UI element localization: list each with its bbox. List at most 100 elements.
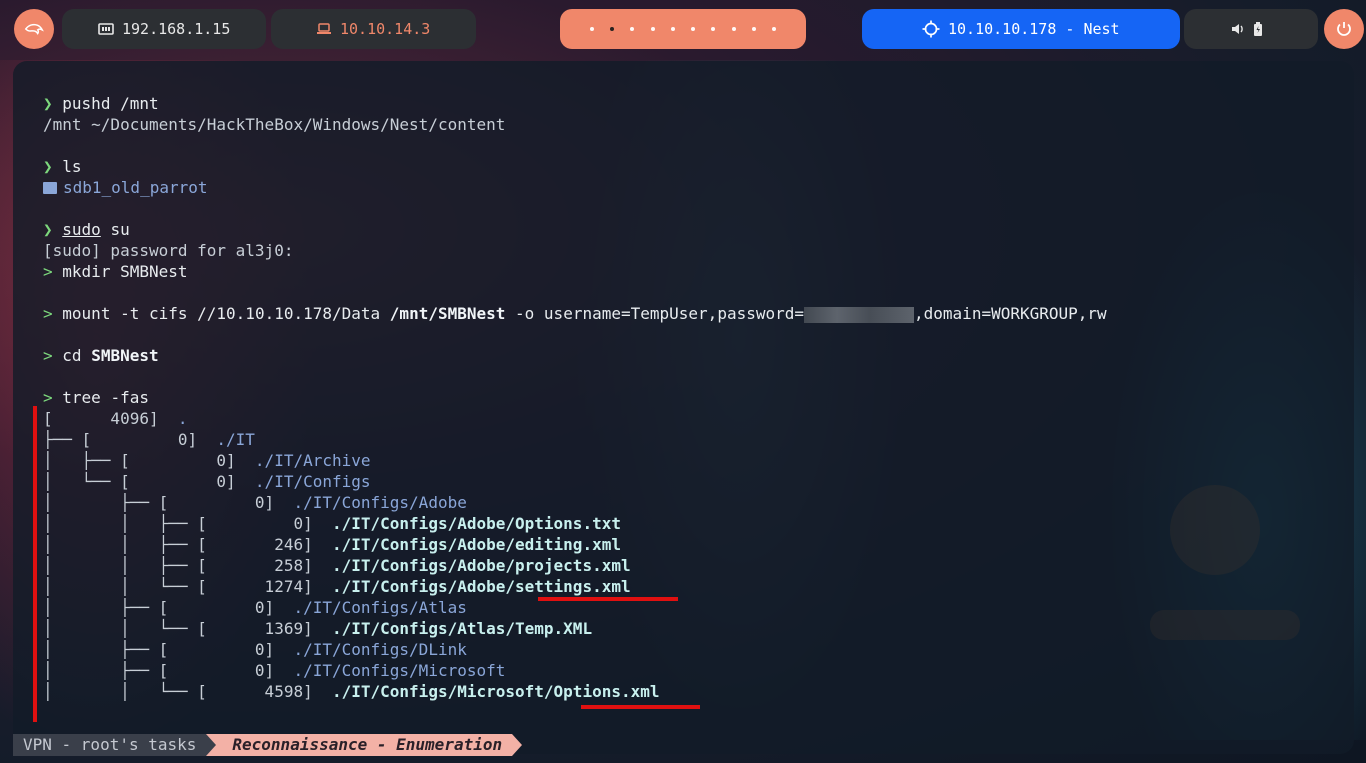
tree-prefix: │ ├── [ 0] <box>43 598 294 617</box>
highlight-underline-options <box>581 705 700 709</box>
output-ls-entry: sdb1_old_parrot <box>63 178 208 197</box>
tree-prefix: │ ├── [ 0] <box>43 451 255 470</box>
root-prompt-symbol: > <box>43 388 53 407</box>
terminal-line: /mnt ~/Documents/HackTheBox/Windows/Nest… <box>43 114 1344 135</box>
local-ip-widget[interactable]: 192.168.1.15 <box>62 9 266 49</box>
terminal-line: > cd SMBNest <box>43 345 1344 366</box>
session-label[interactable]: VPN - root's tasks <box>13 734 207 756</box>
tree-prefix: │ │ └── [ 1369] <box>43 619 332 638</box>
workspace-dot[interactable] <box>711 27 716 31</box>
top-bar: 192.168.1.15 10.10.14.3 10.10.10.178 - N… <box>0 0 1366 58</box>
command-mount-tail: ,domain=WORKGROUP,rw <box>914 304 1107 323</box>
tree-row: │ │ └── [ 1274] ./IT/Configs/Adobe/setti… <box>43 576 1344 597</box>
tree-row: │ ├── [ 0] ./IT/Configs/Adobe <box>43 492 1344 513</box>
tree-row: │ │ ├── [ 0] ./IT/Configs/Adobe/Options.… <box>43 513 1344 534</box>
power-button[interactable] <box>1324 9 1364 49</box>
workspaces-widget[interactable] <box>560 9 806 49</box>
workspace-dot[interactable] <box>691 27 696 31</box>
workspace-dot[interactable] <box>771 27 776 31</box>
tree-dir: ./IT/Configs/DLink <box>293 640 467 659</box>
tree-file: ./IT/Configs/Atlas/Temp.XML <box>331 619 593 638</box>
folder-icon <box>43 182 57 194</box>
tree-row: │ │ ├── [ 258] ./IT/Configs/Adobe/projec… <box>43 555 1344 576</box>
command-cd: cd SMBNest <box>62 346 159 365</box>
tree-row: │ │ ├── [ 246] ./IT/Configs/Adobe/editin… <box>43 534 1344 555</box>
prompt-symbol: ❯ <box>43 94 53 113</box>
tree-file: ./IT/Configs/Microsoft/Options.xml <box>331 682 660 701</box>
terminal-window[interactable]: ❯ pushd /mnt /mnt ~/Documents/HackTheBox… <box>13 61 1354 754</box>
terminal-blank <box>43 198 1344 219</box>
root-prompt-symbol: > <box>43 304 53 323</box>
terminal-line: > tree -fas <box>43 387 1344 408</box>
tmux-status-line: VPN - root's tasks Reconnaissance - Enum… <box>13 734 523 756</box>
vpn-ip-text: 10.10.14.3 <box>340 20 431 38</box>
tree-row: │ │ └── [ 4598] ./IT/Configs/Microsoft/O… <box>43 681 1344 702</box>
target-text: 10.10.10.178 - Nest <box>948 20 1120 38</box>
tree-row: │ ├── [ 0] ./IT/Configs/DLink <box>43 639 1344 660</box>
tree-row: │ ├── [ 0] ./IT/Configs/Atlas <box>43 597 1344 618</box>
tree-output: [ 4096] . ├── [ 0] ./IT │ ├── [ 0] ./IT/Ar… <box>43 408 1344 702</box>
command-su: su <box>100 220 130 239</box>
tree-row: [ 4096] . <box>43 408 1344 429</box>
battery-icon[interactable] <box>1253 22 1263 36</box>
tree-file: ./IT/Configs/Adobe/projects.xml <box>331 556 631 575</box>
tree-dir: . <box>177 409 188 428</box>
tree-prefix: [ 4096] <box>43 409 178 428</box>
window-label[interactable]: Reconnaissance - Enumeration <box>216 734 513 756</box>
tree-prefix: │ │ ├── [ 0] <box>43 514 332 533</box>
tree-dir: ./IT/Configs/Adobe <box>293 493 467 512</box>
volume-icon[interactable] <box>1231 23 1245 35</box>
workspace-dot[interactable] <box>751 27 756 31</box>
status-separator <box>512 734 523 756</box>
prompt-symbol: ❯ <box>43 220 53 239</box>
tree-prefix: │ ├── [ 0] <box>43 661 294 680</box>
terminal-line: > mount -t cifs //10.10.10.178/Data /mnt… <box>43 303 1344 324</box>
laptop-icon <box>316 22 332 36</box>
tree-file: ./IT/Configs/Adobe/Options.txt <box>331 514 621 533</box>
tree-prefix: │ │ └── [ 4598] <box>43 682 332 701</box>
workspace-dot[interactable] <box>650 27 655 31</box>
cd-target: SMBNest <box>91 346 159 365</box>
target-widget[interactable]: 10.10.10.178 - Nest <box>862 9 1180 49</box>
output-sudo-prompt: [sudo] password for al3j0: <box>43 241 294 260</box>
command-tree: tree -fas <box>62 388 149 407</box>
highlight-bar <box>33 406 37 722</box>
terminal-output: ❯ pushd /mnt /mnt ~/Documents/HackTheBox… <box>43 93 1344 702</box>
command-pushd: pushd /mnt <box>62 94 159 113</box>
tree-dir: ./IT/Archive <box>254 451 371 470</box>
status-separator <box>206 734 217 756</box>
tree-prefix: │ ├── [ 0] <box>43 493 294 512</box>
tree-row: ├── [ 0] ./IT <box>43 429 1344 450</box>
system-tray[interactable] <box>1184 9 1318 49</box>
tree-prefix: │ │ ├── [ 246] <box>43 535 332 554</box>
kali-dragon-icon <box>24 23 44 35</box>
highlight-underline-settings <box>538 597 678 601</box>
tree-row: │ ├── [ 0] ./IT/Configs/Microsoft <box>43 660 1344 681</box>
tree-prefix: ├── [ 0] <box>43 430 217 449</box>
tree-dir: ./IT/Configs <box>254 472 371 491</box>
workspace-dot[interactable] <box>590 27 594 31</box>
output-dirstack: /mnt ~/Documents/HackTheBox/Windows/Nest… <box>43 115 506 134</box>
terminal-blank <box>43 324 1344 345</box>
terminal-line: [sudo] password for al3j0: <box>43 240 1344 261</box>
target-crosshair-icon <box>922 20 940 38</box>
terminal-line: ❯ pushd /mnt <box>43 93 1344 114</box>
workspace-dots <box>580 27 786 31</box>
workspace-dot[interactable] <box>731 27 736 31</box>
vpn-ip-widget[interactable]: 10.10.14.3 <box>271 9 476 49</box>
root-prompt-symbol: > <box>43 346 53 365</box>
terminal-line: ❯ sudo su <box>43 219 1344 240</box>
workspace-dot[interactable] <box>610 27 615 31</box>
redacted-password <box>804 306 915 323</box>
local-ip-text: 192.168.1.15 <box>122 20 231 38</box>
terminal-blank <box>43 282 1344 303</box>
command-mkdir: mkdir SMBNest <box>62 262 188 281</box>
terminal-line: sdb1_old_parrot <box>43 177 1344 198</box>
prompt-symbol: ❯ <box>43 157 53 176</box>
tree-dir: ./IT/Configs/Atlas <box>293 598 467 617</box>
workspace-dot[interactable] <box>670 27 675 31</box>
tree-file: ./IT/Configs/Adobe/settings.xml <box>331 577 631 596</box>
workspace-dot[interactable] <box>630 27 635 31</box>
menu-button[interactable] <box>14 9 54 49</box>
terminal-blank <box>43 366 1344 387</box>
